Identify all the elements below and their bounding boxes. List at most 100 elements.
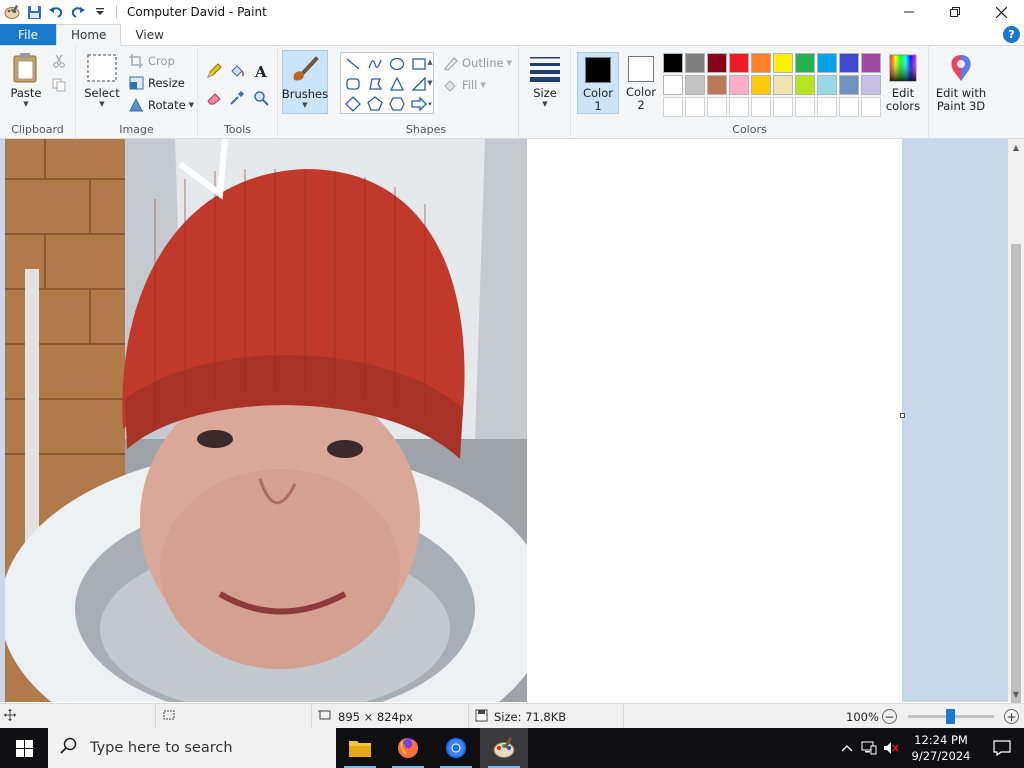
palette-color-swatch[interactable]	[729, 53, 749, 73]
scroll-thumb[interactable]	[1011, 244, 1021, 709]
palette-color-swatch[interactable]	[729, 75, 749, 95]
fill-bucket-icon[interactable]	[226, 60, 248, 82]
shape-diamond-icon[interactable]	[343, 94, 363, 114]
outline-button[interactable]: Outline ▼	[442, 53, 512, 73]
palette-custom-swatch[interactable]	[751, 97, 771, 117]
shape-oval-icon[interactable]	[387, 54, 407, 74]
taskbar-search-box[interactable]: Type here to search	[48, 728, 336, 768]
cut-icon[interactable]	[48, 50, 70, 72]
palette-color-swatch[interactable]	[751, 75, 771, 95]
palette-color-swatch[interactable]	[707, 53, 727, 73]
color2-swatch	[628, 56, 654, 82]
palette-color-swatch[interactable]	[839, 75, 859, 95]
palette-custom-swatch[interactable]	[685, 97, 705, 117]
palette-custom-swatch[interactable]	[839, 97, 859, 117]
shape-triangle-icon[interactable]	[387, 74, 407, 94]
help-icon[interactable]: ?	[1003, 26, 1020, 43]
palette-color-swatch[interactable]	[795, 75, 815, 95]
taskbar-clock[interactable]: 12:24 PM 9/27/2024	[902, 732, 980, 764]
zoom-in-button[interactable]: +	[1004, 709, 1019, 724]
text-icon[interactable]: A	[250, 60, 272, 82]
taskbar-paint[interactable]	[480, 728, 528, 768]
pencil-icon[interactable]	[203, 60, 225, 82]
gallery-up-icon[interactable]: ▲	[427, 58, 432, 66]
tab-view[interactable]: View	[121, 24, 177, 45]
palette-color-swatch[interactable]	[817, 53, 837, 73]
select-button[interactable]: Select ▼	[82, 52, 122, 108]
close-button[interactable]	[978, 0, 1024, 24]
save-icon[interactable]	[24, 2, 44, 22]
scroll-up-icon[interactable]: ▲	[1008, 139, 1024, 155]
palette-custom-swatch[interactable]	[663, 97, 683, 117]
palette-color-swatch[interactable]	[663, 75, 683, 95]
canvas-resize-handle[interactable]	[900, 413, 905, 418]
palette-color-swatch[interactable]	[817, 75, 837, 95]
palette-color-swatch[interactable]	[861, 75, 881, 95]
taskbar-file-explorer[interactable]	[336, 728, 384, 768]
paint-app-icon[interactable]	[2, 2, 22, 22]
palette-color-swatch[interactable]	[773, 53, 793, 73]
undo-icon[interactable]	[46, 2, 66, 22]
palette-color-swatch[interactable]	[707, 75, 727, 95]
palette-custom-swatch[interactable]	[795, 97, 815, 117]
gallery-down-icon[interactable]: ▼	[427, 79, 432, 87]
canvas-workspace[interactable]	[0, 139, 1008, 702]
start-button[interactable]	[0, 728, 48, 768]
notifications-icon[interactable]	[980, 728, 1024, 768]
resize-button[interactable]: Resize	[128, 73, 185, 93]
vertical-scrollbar[interactable]: ▲ ▼	[1008, 139, 1024, 709]
color1-selector[interactable]: Color 1	[577, 52, 619, 114]
palette-custom-swatch[interactable]	[861, 97, 881, 117]
restore-button[interactable]	[932, 0, 978, 24]
shapes-gallery-scroll[interactable]: ▲ ▼ ▾	[424, 52, 436, 114]
gallery-more-icon[interactable]: ▾	[428, 100, 432, 108]
palette-custom-swatch[interactable]	[773, 97, 793, 117]
shape-hexagon-icon[interactable]	[387, 94, 407, 114]
rotate-button[interactable]: Rotate ▼	[128, 95, 194, 115]
customize-dropdown-icon[interactable]	[90, 2, 110, 22]
copy-icon[interactable]	[48, 74, 70, 96]
palette-color-swatch[interactable]	[839, 53, 859, 73]
drawing-canvas[interactable]	[5, 139, 902, 702]
palette-custom-swatch[interactable]	[729, 97, 749, 117]
edit-with-paint3d-button[interactable]: Edit with Paint 3D	[933, 52, 989, 113]
palette-color-swatch[interactable]	[751, 53, 771, 73]
palette-color-swatch[interactable]	[861, 53, 881, 73]
show-hidden-icons-icon[interactable]	[836, 744, 858, 752]
zoom-out-button[interactable]: −	[882, 709, 897, 724]
volume-muted-icon[interactable]	[880, 741, 902, 755]
shape-rounded-rectangle-icon[interactable]	[343, 74, 363, 94]
minimize-button[interactable]	[886, 0, 932, 24]
tab-home[interactable]: Home	[56, 24, 122, 46]
edit-colors-button[interactable]: Edit colors	[882, 52, 924, 113]
canvas-photo[interactable]	[5, 139, 527, 702]
palette-custom-swatch[interactable]	[707, 97, 727, 117]
shape-line-icon[interactable]	[343, 54, 363, 74]
palette-custom-swatch[interactable]	[817, 97, 837, 117]
palette-color-swatch[interactable]	[685, 75, 705, 95]
color-picker-icon[interactable]	[226, 87, 248, 109]
network-icon[interactable]	[858, 741, 880, 755]
shape-polygon-icon[interactable]	[365, 74, 385, 94]
tab-file[interactable]: File	[0, 24, 56, 45]
palette-color-swatch[interactable]	[685, 53, 705, 73]
scroll-down-icon[interactable]: ▼	[1008, 686, 1024, 702]
palette-color-swatch[interactable]	[773, 75, 793, 95]
palette-color-swatch[interactable]	[663, 53, 683, 73]
zoom-slider-thumb[interactable]	[946, 709, 955, 724]
paste-button[interactable]: Paste ▼	[8, 52, 44, 108]
crop-button[interactable]: Crop	[128, 51, 175, 71]
edit-colors-label-line2: colors	[885, 99, 921, 113]
taskbar-chrome[interactable]	[432, 728, 480, 768]
shape-pentagon-icon[interactable]	[365, 94, 385, 114]
shape-curve-icon[interactable]	[365, 54, 385, 74]
fill-button[interactable]: Fill ▼	[442, 75, 486, 95]
color2-selector[interactable]: Color 2	[620, 52, 662, 114]
brushes-button[interactable]: Brushes ▼	[282, 50, 328, 114]
taskbar-firefox[interactable]	[384, 728, 432, 768]
magnifier-icon[interactable]	[250, 87, 272, 109]
eraser-icon[interactable]	[203, 87, 225, 109]
palette-color-swatch[interactable]	[795, 53, 815, 73]
size-button[interactable]: Size ▼	[527, 52, 563, 108]
redo-icon[interactable]	[68, 2, 88, 22]
